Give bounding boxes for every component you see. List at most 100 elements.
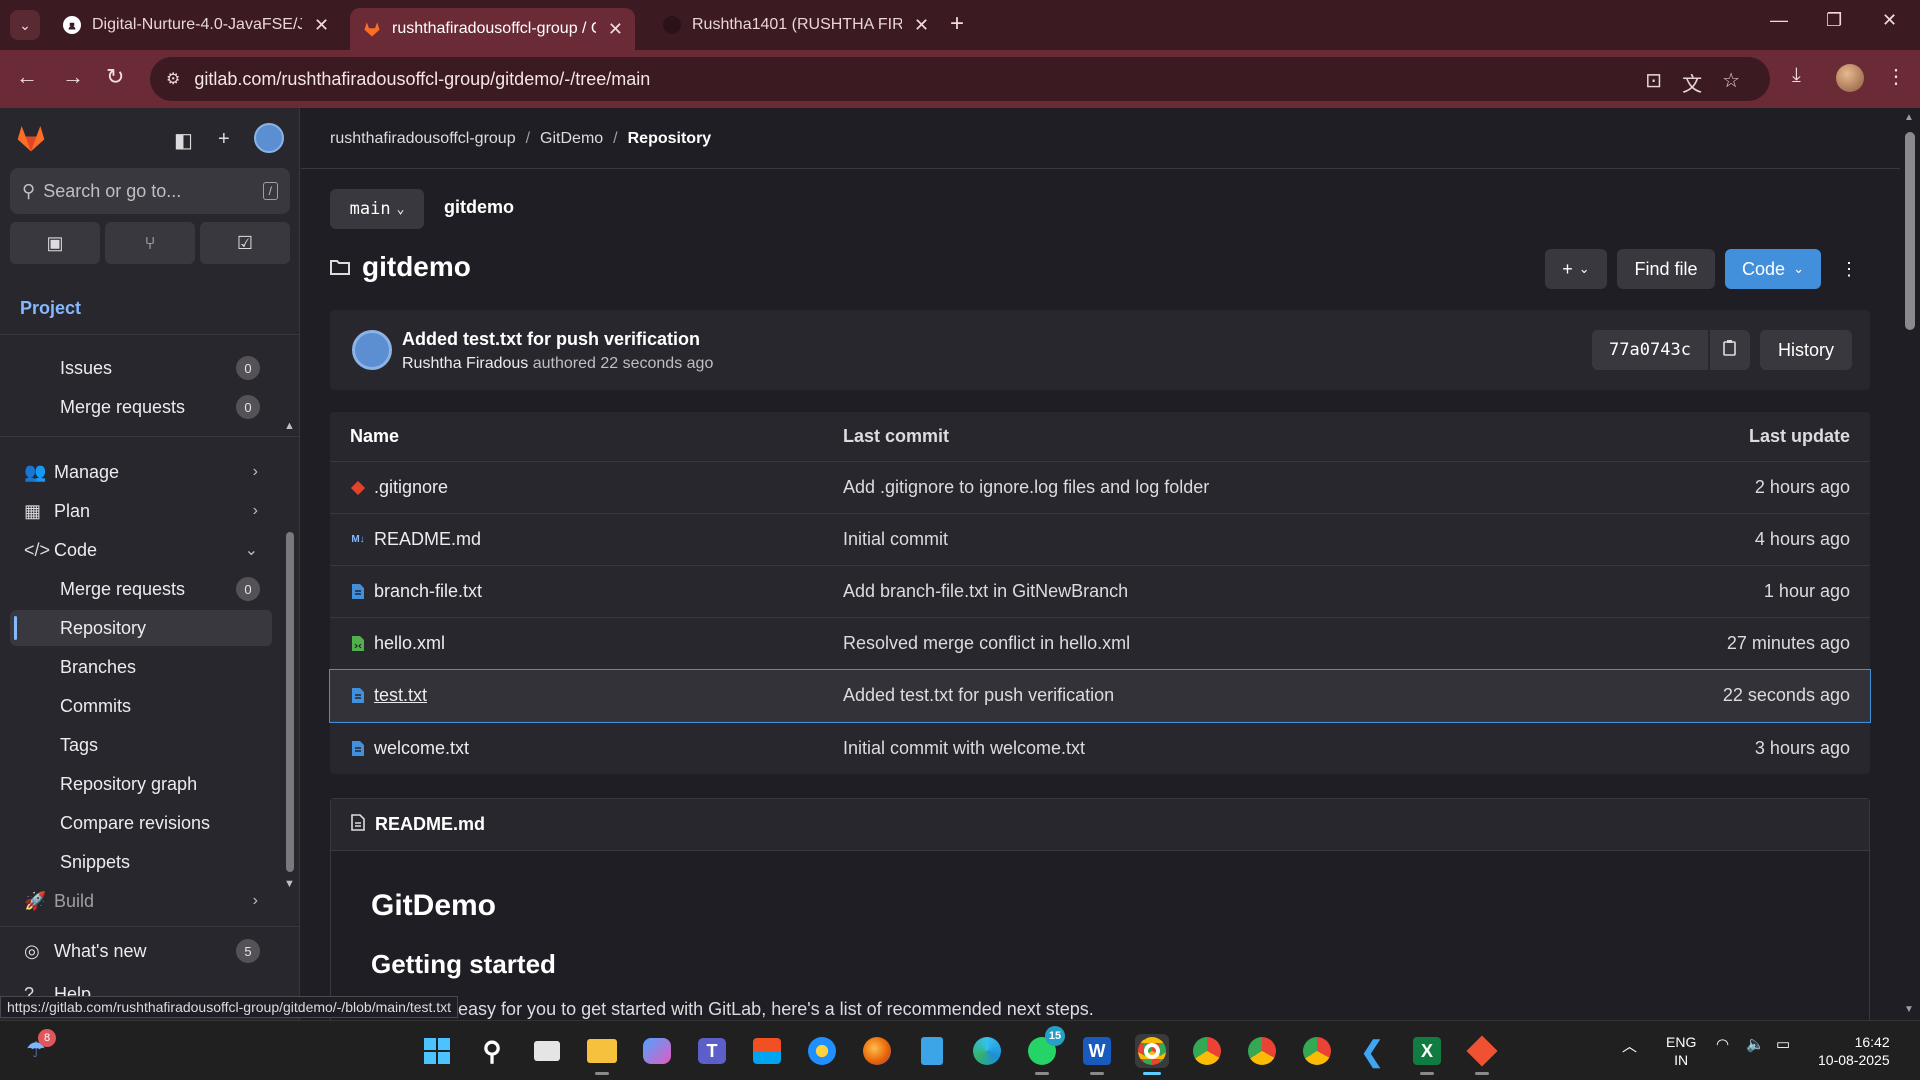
sidebar-item-compare-revisions[interactable]: Compare revisions — [10, 805, 272, 841]
sidebar-scrollbar[interactable]: ▲ ▼ — [284, 420, 295, 890]
taskbar-app-whatsapp[interactable]: 15 — [1025, 1026, 1065, 1075]
commit-message-link[interactable]: Resolved merge conflict in hello.xml — [843, 633, 1543, 654]
more-actions-button[interactable]: ⋮ — [1831, 249, 1867, 289]
table-row[interactable]: branch-file.txt Add branch-file.txt in G… — [330, 566, 1870, 618]
downloads-icon[interactable]: ⤓ — [1792, 64, 1801, 87]
history-button[interactable]: History — [1760, 330, 1852, 370]
scrollbar-thumb[interactable] — [286, 532, 294, 872]
readme-file-name[interactable]: README.md — [375, 814, 485, 835]
start-button[interactable] — [420, 1034, 454, 1068]
taskbar-app-chrome-4[interactable] — [1300, 1034, 1334, 1068]
sidebar-item-code[interactable]: </> Code ⌄ — [10, 532, 272, 568]
copy-sha-button[interactable] — [1710, 330, 1750, 370]
scroll-down-arrow-icon[interactable]: ▼ — [1904, 1004, 1914, 1015]
search-input[interactable]: ⚲ Search or go to... / — [10, 168, 290, 214]
breadcrumb-group[interactable]: rushthafiradousoffcl-group — [330, 130, 516, 148]
commit-message-link[interactable]: Initial commit with welcome.txt — [843, 738, 1543, 759]
scrollbar-thumb[interactable] — [1905, 132, 1915, 330]
repo-path-link[interactable]: gitdemo — [444, 197, 514, 218]
file-name-link[interactable]: test.txt — [374, 685, 427, 706]
taskbar-app-copilot[interactable] — [640, 1034, 674, 1068]
breadcrumb-project[interactable]: GitDemo — [540, 130, 603, 148]
browser-tab-github-nurture[interactable]: Digital-Nurture-4.0-JavaFSE/Jav ✕ — [50, 8, 341, 42]
tab-search-button[interactable]: ⌄ — [10, 10, 40, 40]
sidebar-item-manage[interactable]: 👥 Manage › — [10, 454, 272, 490]
language-indicator[interactable]: ENG IN — [1666, 1033, 1696, 1069]
taskbar-app-git[interactable] — [1465, 1034, 1499, 1075]
code-dropdown-button[interactable]: Code ⌄ — [1725, 249, 1821, 289]
taskbar-app-teams[interactable]: T — [695, 1034, 729, 1068]
taskbar-app-notepad[interactable] — [915, 1034, 949, 1068]
browser-tab-github-profile[interactable]: Rushtha1401 (RUSHTHA FIRAD ✕ — [650, 8, 941, 42]
file-name-link[interactable]: branch-file.txt — [374, 581, 482, 602]
taskbar-app-chrome-3[interactable] — [1245, 1034, 1279, 1068]
sidebar-item-build[interactable]: 🚀 Build › — [10, 883, 272, 919]
install-app-icon[interactable]: ⊡ — [1645, 68, 1662, 97]
translate-icon[interactable]: 文 — [1682, 68, 1702, 97]
battery-icon[interactable]: ▭ — [1776, 1035, 1790, 1053]
avatar[interactable] — [352, 330, 392, 370]
back-icon[interactable]: ← — [16, 64, 38, 90]
sidebar-item-snippets[interactable]: Snippets — [10, 844, 272, 880]
taskbar-app-firefox[interactable] — [860, 1034, 894, 1068]
taskbar-app-store[interactable] — [750, 1034, 784, 1068]
close-icon[interactable]: ✕ — [314, 15, 329, 36]
close-icon[interactable]: ✕ — [608, 19, 623, 40]
table-row[interactable]: .gitignore Add .gitignore to ignore.log … — [330, 462, 1870, 514]
close-window-icon[interactable]: ✕ — [1882, 10, 1897, 31]
user-avatar[interactable] — [254, 123, 284, 153]
commit-message-link[interactable]: Add branch-file.txt in GitNewBranch — [843, 581, 1543, 602]
taskbar-app-edge[interactable] — [970, 1034, 1004, 1068]
weather-widget[interactable]: ☂ 8 — [26, 1029, 56, 1063]
file-name-link[interactable]: hello.xml — [374, 633, 445, 654]
forward-icon[interactable]: → — [62, 64, 84, 90]
sidebar-item-repository[interactable]: Repository — [10, 610, 272, 646]
table-row[interactable]: hello.xml Resolved merge conflict in hel… — [330, 618, 1870, 670]
wifi-icon[interactable]: ◠ — [1716, 1035, 1729, 1053]
taskbar-app-vscode[interactable]: ❮ — [1355, 1034, 1389, 1068]
breadcrumb-current[interactable]: Repository — [628, 130, 712, 148]
taskbar-app-chrome-2[interactable] — [1190, 1034, 1224, 1068]
commit-title-link[interactable]: Added test.txt for push verification — [402, 329, 700, 350]
minimize-icon[interactable]: — — [1770, 10, 1788, 31]
scroll-up-arrow-icon[interactable]: ▲ — [1904, 112, 1914, 123]
assigned-issues-button[interactable]: ▣ — [10, 222, 100, 264]
todo-list-button[interactable]: ☑ — [200, 222, 290, 264]
commit-message-link[interactable]: Initial commit — [843, 529, 1543, 550]
site-info-icon[interactable]: ⚙ — [166, 69, 180, 89]
taskbar-search[interactable]: ⚲ — [475, 1034, 509, 1068]
taskbar-app-files-alt[interactable] — [805, 1034, 839, 1068]
sidebar-item-branches[interactable]: Branches — [10, 649, 272, 685]
scroll-up-arrow-icon[interactable]: ▲ — [284, 420, 295, 432]
create-new-icon[interactable]: + — [218, 128, 230, 151]
gitlab-logo-icon[interactable] — [14, 122, 48, 154]
page-scrollbar[interactable]: ▲ ▼ — [1900, 108, 1920, 1020]
commit-sha[interactable]: 77a0743c — [1592, 330, 1708, 370]
sidebar-item-repository-graph[interactable]: Repository graph — [10, 766, 272, 802]
file-name-link[interactable]: welcome.txt — [374, 738, 469, 759]
commit-author-link[interactable]: Rushtha Firadous — [402, 355, 528, 372]
toggle-sidebar-icon[interactable]: ◧ — [174, 128, 193, 153]
scroll-down-arrow-icon[interactable]: ▼ — [284, 878, 295, 890]
profile-avatar[interactable] — [1836, 64, 1864, 92]
taskbar-app-excel[interactable]: X — [1410, 1034, 1444, 1075]
sidebar-item-issues[interactable]: Issues 0 — [10, 350, 272, 386]
restore-icon[interactable]: ❐ — [1826, 10, 1842, 31]
task-view-button[interactable] — [530, 1034, 564, 1068]
address-bar[interactable]: ⚙ gitlab.com/rushthafiradousoffcl-group/… — [150, 57, 1770, 101]
sidebar-item-tags[interactable]: Tags — [10, 727, 272, 763]
reload-icon[interactable]: ↻ — [106, 64, 124, 90]
sidebar-item-code-merge-requests[interactable]: Merge requests 0 — [10, 571, 272, 607]
sidebar-item-commits[interactable]: Commits — [10, 688, 272, 724]
file-name-link[interactable]: README.md — [374, 529, 481, 550]
browser-menu-icon[interactable]: ⋮ — [1886, 64, 1906, 89]
show-hidden-icons[interactable]: ︿ — [1622, 1035, 1637, 1056]
close-icon[interactable]: ✕ — [914, 15, 929, 36]
add-to-tree-button[interactable]: + ⌄ — [1545, 249, 1607, 289]
branch-selector[interactable]: main ⌄ — [330, 189, 424, 229]
commit-message-link[interactable]: Added test.txt for push verification — [843, 685, 1543, 706]
volume-icon[interactable]: 🔈 — [1746, 1035, 1765, 1053]
sidebar-item-merge-requests[interactable]: Merge requests 0 — [10, 389, 272, 425]
sidebar-item-whats-new[interactable]: ◎ What's new 5 — [10, 933, 272, 969]
commit-message-link[interactable]: Add .gitignore to ignore.log files and l… — [843, 477, 1543, 498]
